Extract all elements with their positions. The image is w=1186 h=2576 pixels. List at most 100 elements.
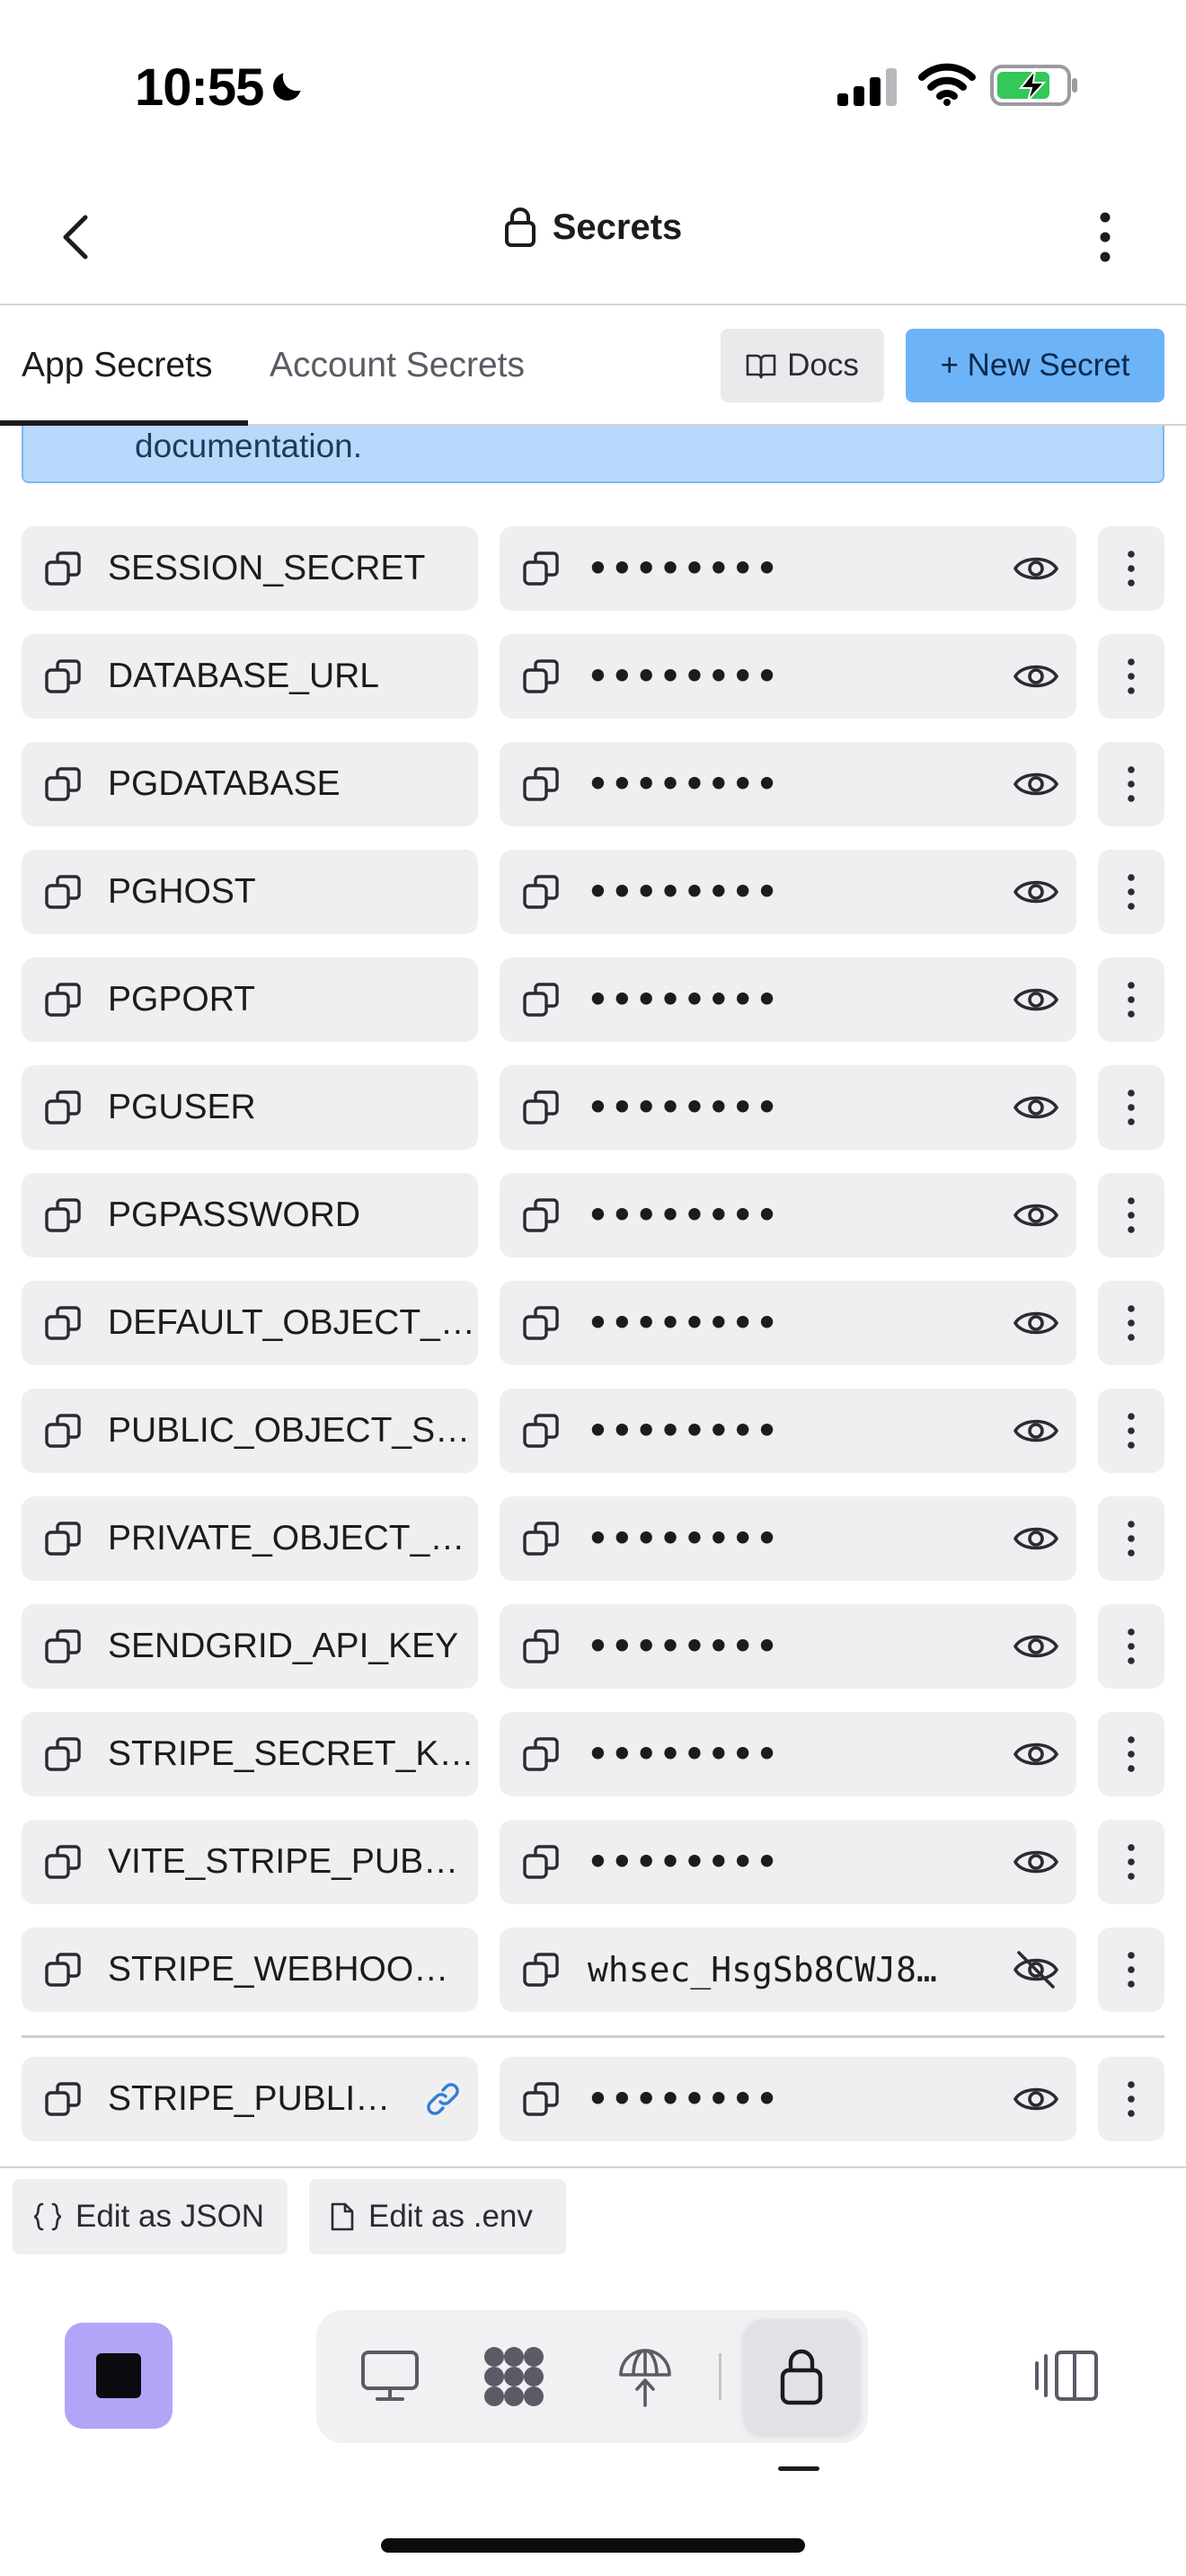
- dock-secrets-button[interactable]: [744, 2319, 859, 2434]
- edit-as-env-button[interactable]: Edit as .env: [309, 2179, 566, 2254]
- copy-icon[interactable]: [521, 763, 562, 805]
- secret-key-field[interactable]: STRIPE_PUBLI…: [22, 2057, 478, 2141]
- new-secret-button[interactable]: + New Secret: [906, 329, 1164, 402]
- dock-deploy-button[interactable]: [588, 2319, 703, 2434]
- secret-value-field[interactable]: whsec_HsgSb8CWJ8…: [500, 1928, 1076, 2012]
- copy-icon[interactable]: [521, 1518, 562, 1559]
- secret-row-menu-button[interactable]: [1098, 1928, 1164, 2012]
- copy-icon[interactable]: [521, 1626, 562, 1667]
- copy-icon[interactable]: [521, 979, 562, 1020]
- eye-icon[interactable]: [1012, 654, 1060, 699]
- tab-account-secrets[interactable]: Account Secrets: [270, 305, 525, 426]
- tab-app-secrets[interactable]: App Secrets: [22, 305, 212, 426]
- copy-icon[interactable]: [521, 1087, 562, 1128]
- stop-button[interactable]: [65, 2323, 173, 2429]
- copy-icon[interactable]: [521, 871, 562, 913]
- secret-row-menu-button[interactable]: [1098, 1712, 1164, 1796]
- secret-key-field[interactable]: DATABASE_URL: [22, 634, 478, 719]
- secret-row-menu-button[interactable]: [1098, 957, 1164, 1042]
- secret-value-field[interactable]: ••••••••: [500, 1604, 1076, 1689]
- secret-key-field[interactable]: SESSION_SECRET: [22, 526, 478, 611]
- eye-icon[interactable]: [1012, 1624, 1060, 1669]
- edit-as-json-button[interactable]: Edit as JSON: [13, 2179, 288, 2254]
- secret-value-field[interactable]: ••••••••: [500, 1281, 1076, 1365]
- dock-workspace-button[interactable]: [456, 2319, 571, 2434]
- copy-icon[interactable]: [521, 656, 562, 697]
- eye-icon[interactable]: [1012, 2077, 1060, 2122]
- eye-icon[interactable]: [1012, 869, 1060, 914]
- secret-row-menu-button[interactable]: [1098, 1389, 1164, 1473]
- copy-icon[interactable]: [43, 1734, 84, 1775]
- secret-row-menu-button[interactable]: [1098, 1281, 1164, 1365]
- more-menu-button[interactable]: [1078, 205, 1132, 269]
- eye-icon[interactable]: [1012, 1732, 1060, 1777]
- eye-icon[interactable]: [1012, 1839, 1060, 1884]
- copy-icon[interactable]: [43, 1949, 84, 1990]
- eye-icon[interactable]: [1012, 1085, 1060, 1130]
- secret-value-field[interactable]: ••••••••: [500, 2057, 1076, 2141]
- secret-value-field[interactable]: ••••••••: [500, 742, 1076, 826]
- secret-row-menu-button[interactable]: [1098, 1065, 1164, 1150]
- eye-off-icon[interactable]: [1012, 1947, 1060, 1992]
- copy-icon[interactable]: [521, 548, 562, 589]
- secret-row-menu-button[interactable]: [1098, 1173, 1164, 1257]
- copy-icon[interactable]: [43, 1626, 84, 1667]
- link-icon[interactable]: [422, 2078, 464, 2120]
- eye-icon[interactable]: [1012, 546, 1060, 591]
- copy-icon[interactable]: [43, 1841, 84, 1883]
- secret-key-field[interactable]: PGHOST: [22, 850, 478, 934]
- copy-icon[interactable]: [43, 979, 84, 1020]
- copy-icon[interactable]: [43, 2078, 84, 2120]
- secret-key-field[interactable]: DEFAULT_OBJECT_…: [22, 1281, 478, 1365]
- secret-key-field[interactable]: PGUSER: [22, 1065, 478, 1150]
- secret-key-field[interactable]: STRIPE_SECRET_K…: [22, 1712, 478, 1796]
- copy-icon[interactable]: [521, 1302, 562, 1344]
- layout-toggle-button[interactable]: [1030, 2344, 1102, 2407]
- secret-row-menu-button[interactable]: [1098, 1496, 1164, 1581]
- secret-value-field[interactable]: ••••••••: [500, 1389, 1076, 1473]
- eye-icon[interactable]: [1012, 1301, 1060, 1345]
- copy-icon[interactable]: [43, 763, 84, 805]
- secret-value-field[interactable]: ••••••••: [500, 1065, 1076, 1150]
- secret-key-field[interactable]: STRIPE_WEBHOO…: [22, 1928, 478, 2012]
- eye-icon[interactable]: [1012, 1408, 1060, 1453]
- dock-preview-button[interactable]: [332, 2319, 447, 2434]
- eye-icon[interactable]: [1012, 1193, 1060, 1238]
- eye-icon[interactable]: [1012, 762, 1060, 807]
- copy-icon[interactable]: [521, 1841, 562, 1883]
- secret-value-field[interactable]: ••••••••: [500, 850, 1076, 934]
- secret-key-field[interactable]: VITE_STRIPE_PUB…: [22, 1820, 478, 1904]
- secret-row-menu-button[interactable]: [1098, 1820, 1164, 1904]
- copy-icon[interactable]: [521, 1734, 562, 1775]
- copy-icon[interactable]: [43, 1087, 84, 1128]
- secret-value-field[interactable]: ••••••••: [500, 634, 1076, 719]
- eye-icon[interactable]: [1012, 1516, 1060, 1561]
- eye-icon[interactable]: [1012, 977, 1060, 1022]
- copy-icon[interactable]: [521, 1949, 562, 1990]
- copy-icon[interactable]: [43, 1518, 84, 1559]
- secret-value-field[interactable]: ••••••••: [500, 957, 1076, 1042]
- secret-key-field[interactable]: PRIVATE_OBJECT_…: [22, 1496, 478, 1581]
- secret-row-menu-button[interactable]: [1098, 1604, 1164, 1689]
- copy-icon[interactable]: [521, 2078, 562, 2120]
- secret-key-field[interactable]: SENDGRID_API_KEY: [22, 1604, 478, 1689]
- secret-key-field[interactable]: PGPASSWORD: [22, 1173, 478, 1257]
- copy-icon[interactable]: [521, 1195, 562, 1236]
- secret-row-menu-button[interactable]: [1098, 634, 1164, 719]
- copy-icon[interactable]: [43, 548, 84, 589]
- copy-icon[interactable]: [521, 1410, 562, 1451]
- copy-icon[interactable]: [43, 871, 84, 913]
- secret-value-field[interactable]: ••••••••: [500, 1496, 1076, 1581]
- secret-key-field[interactable]: PGDATABASE: [22, 742, 478, 826]
- secret-row-menu-button[interactable]: [1098, 742, 1164, 826]
- secret-value-field[interactable]: ••••••••: [500, 1820, 1076, 1904]
- docs-button[interactable]: Docs: [721, 329, 884, 402]
- secret-row-menu-button[interactable]: [1098, 526, 1164, 611]
- secret-value-field[interactable]: ••••••••: [500, 1173, 1076, 1257]
- copy-icon[interactable]: [43, 1195, 84, 1236]
- copy-icon[interactable]: [43, 1302, 84, 1344]
- secret-value-field[interactable]: ••••••••: [500, 1712, 1076, 1796]
- secret-key-field[interactable]: PGPORT: [22, 957, 478, 1042]
- secret-row-menu-button[interactable]: [1098, 850, 1164, 934]
- secret-value-field[interactable]: ••••••••: [500, 526, 1076, 611]
